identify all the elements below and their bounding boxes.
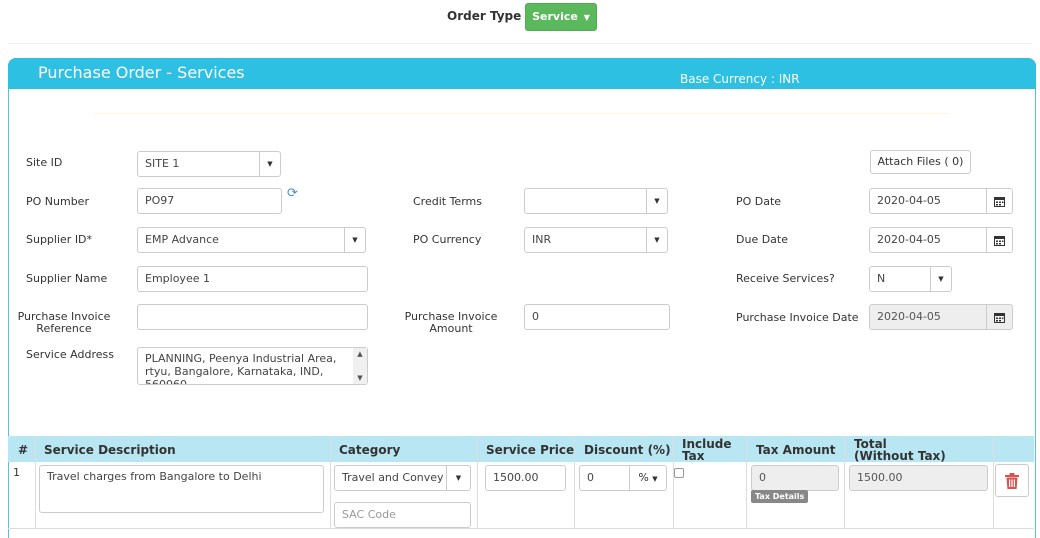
service-description-input[interactable]: Travel charges from Bangalore to Delhi	[39, 465, 324, 513]
discount-unit-value: %	[638, 471, 649, 484]
purchase-invoice-reference-input[interactable]	[137, 304, 368, 330]
address-line: 560060	[145, 378, 187, 385]
divider	[993, 436, 994, 529]
col-service-price: Service Price	[486, 443, 575, 457]
site-id-label: Site ID	[26, 156, 63, 169]
supplier-name-input[interactable]: Employee 1	[137, 266, 368, 292]
caret-down-icon: ▼	[583, 13, 590, 22]
tax-amount-input: 0	[751, 465, 839, 491]
label-line: Reference	[36, 322, 92, 335]
divider	[8, 528, 1034, 529]
arrow-up-icon[interactable]: ▲	[357, 350, 362, 358]
divider	[330, 436, 331, 529]
due-date-label: Due Date	[736, 233, 788, 246]
po-currency-label: PO Currency	[413, 233, 482, 246]
po-number-label: PO Number	[26, 195, 89, 208]
credit-terms-select[interactable]	[524, 188, 647, 214]
receive-services-label: Receive Services?	[736, 272, 835, 285]
divider	[673, 436, 674, 529]
divider	[746, 436, 747, 529]
col-num: #	[18, 443, 29, 457]
service-address-label: Service Address	[26, 348, 114, 361]
include-tax-checkbox[interactable]	[674, 468, 684, 478]
receive-services-select[interactable]: N	[869, 266, 931, 292]
divider	[94, 113, 949, 114]
order-type-value: Service	[532, 10, 578, 23]
divider	[844, 436, 845, 529]
col-tax-amount: Tax Amount	[756, 443, 836, 457]
supplier-id-select[interactable]: EMP Advance	[137, 227, 345, 253]
header-line: Tax	[682, 449, 705, 463]
chevron-down-icon[interactable]: ▼	[930, 266, 952, 292]
due-date-input[interactable]: 2020-04-05	[869, 227, 987, 253]
caret-down-icon: ▼	[652, 475, 658, 483]
site-id-select[interactable]: SITE 1	[137, 151, 260, 177]
arrow-down-icon[interactable]: ▼	[357, 374, 362, 382]
trash-icon	[1005, 472, 1019, 489]
discount-unit-select[interactable]: % ▼	[629, 465, 667, 491]
purchase-invoice-date-input: 2020-04-05	[869, 304, 987, 330]
attach-files-button[interactable]: Attach Files ( 0)	[870, 150, 971, 174]
order-type-dropdown[interactable]: Service ▼	[525, 3, 597, 31]
purchase-invoice-reference-label: Purchase Invoice Reference	[14, 311, 114, 335]
label-line: Amount	[429, 322, 473, 335]
header-line: (Without Tax)	[854, 449, 946, 463]
po-currency-select[interactable]: INR	[524, 227, 647, 253]
row-number: 1	[13, 466, 20, 479]
po-date-label: PO Date	[736, 195, 782, 208]
supplier-name-label: Supplier Name	[26, 272, 108, 285]
refresh-icon[interactable]: ⟳	[287, 186, 298, 201]
po-number-input[interactable]: PO97	[137, 188, 282, 214]
purchase-invoice-amount-input[interactable]: 0	[524, 304, 670, 330]
calendar-icon[interactable]	[986, 188, 1013, 214]
credit-terms-label: Credit Terms	[413, 195, 482, 208]
total-input: 1500.00	[849, 465, 988, 491]
divider	[35, 436, 36, 529]
chevron-down-icon[interactable]: ▼	[646, 227, 668, 253]
calendar-icon	[986, 304, 1013, 330]
col-include-tax: Include Tax	[682, 438, 732, 462]
address-line: rtyu, Bangalore, Karnataka, IND,	[145, 365, 324, 378]
tax-details-button[interactable]: Tax Details	[751, 490, 809, 503]
purchase-invoice-amount-label: Purchase Invoice Amount	[401, 311, 501, 335]
divider	[574, 436, 575, 529]
col-service-description: Service Description	[44, 443, 176, 457]
order-type-label: Order Type	[447, 9, 522, 23]
supplier-id-label: Supplier ID*	[26, 233, 93, 246]
po-date-input[interactable]: 2020-04-05	[869, 188, 987, 214]
textarea-scrollbar[interactable]: ▲ ▼	[353, 348, 367, 384]
col-discount: Discount (%)	[584, 443, 671, 457]
chevron-down-icon[interactable]: ▼	[259, 151, 281, 177]
address-line: PLANNING, Peenya Industrial Area,	[145, 352, 337, 365]
divider	[477, 436, 478, 529]
service-address-textarea[interactable]: PLANNING, Peenya Industrial Area, rtyu, …	[137, 347, 368, 385]
base-currency: Base Currency : INR	[680, 72, 800, 86]
panel-title: Purchase Order - Services	[38, 63, 245, 82]
purchase-invoice-date-label: Purchase Invoice Date	[736, 311, 859, 324]
category-select[interactable]: Travel and Convey	[334, 465, 447, 491]
discount-input[interactable]: 0	[579, 465, 630, 491]
chevron-down-icon[interactable]: ▼	[344, 227, 366, 253]
sac-code-input[interactable]: SAC Code	[334, 502, 471, 528]
calendar-icon[interactable]	[986, 227, 1013, 253]
col-category: Category	[339, 443, 401, 457]
chevron-down-icon[interactable]: ▼	[446, 465, 471, 491]
service-price-input[interactable]: 1500.00	[485, 465, 566, 491]
col-total: Total (Without Tax)	[854, 438, 946, 462]
delete-row-button[interactable]	[995, 464, 1029, 497]
divider	[8, 43, 1032, 44]
chevron-down-icon[interactable]: ▼	[646, 188, 668, 214]
